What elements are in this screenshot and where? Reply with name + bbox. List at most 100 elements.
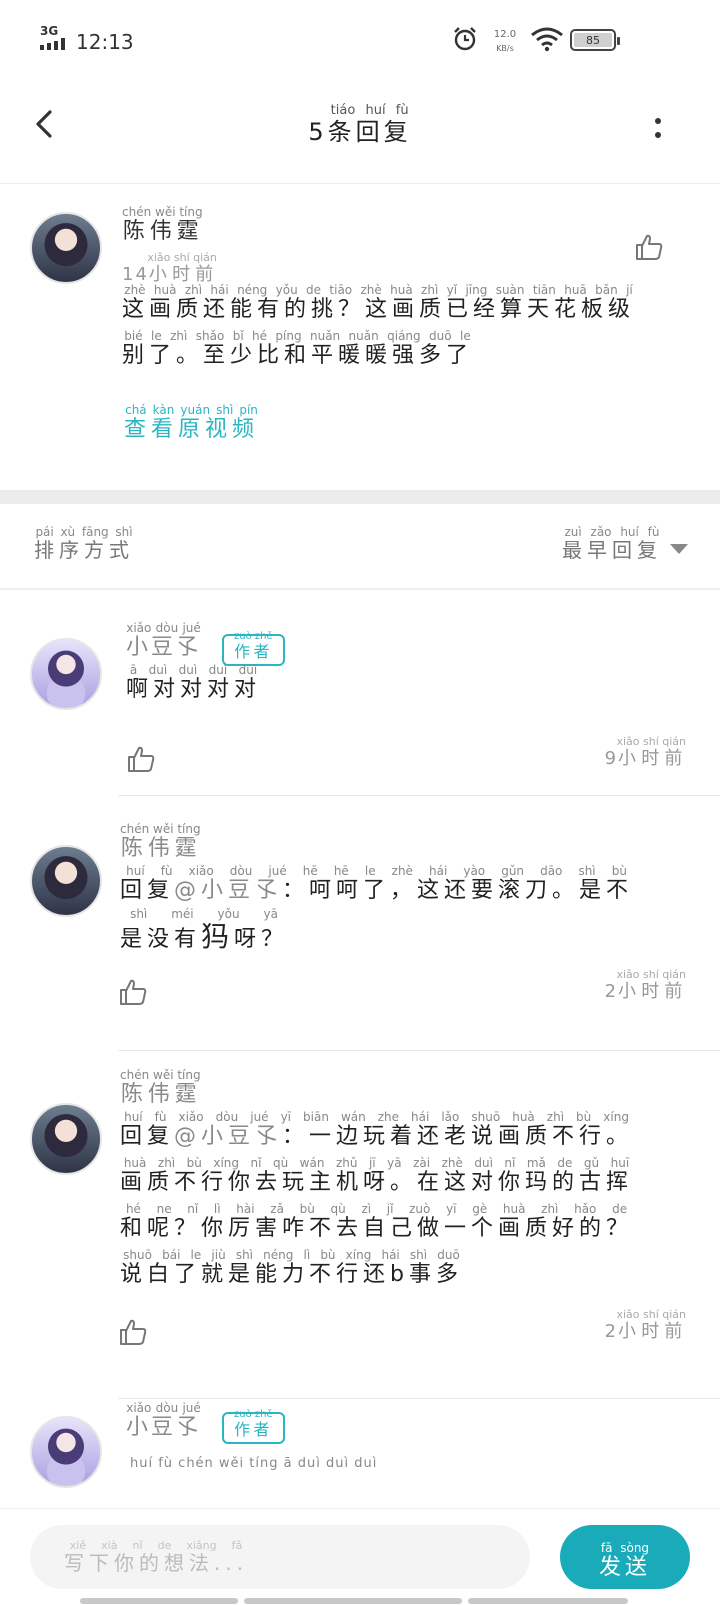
avatar[interactable] — [30, 1103, 102, 1175]
title-pinyin: tiáo huí fù — [327, 103, 412, 118]
comment-line: 别了。至少比和平暖暖强多了 — [122, 343, 474, 368]
more-options-icon[interactable] — [650, 114, 666, 144]
time-unit: 小时前 — [147, 264, 217, 285]
mention-link[interactable]: @小豆孓 — [174, 878, 282, 903]
reply-line-pinyin: huà zhì bù xíng nǐ qù wán zhǔ jī yā zài … — [120, 1156, 633, 1170]
sort-bar: 排序方式pái xù fāng shì 最早回复zuì zǎo huí fù — [0, 504, 720, 590]
reply-line: ：呵呵了，这还要滚刀。是不 — [282, 878, 634, 903]
author-pinyin: xiǎo dòu jué — [126, 1401, 201, 1415]
sort-value-pinyin: zuì zǎo huí fù — [562, 525, 662, 539]
reply-line-pinyin: huí fù xiǎo dòu jué yī biān wán zhe hái … — [120, 1110, 634, 1124]
avatar[interactable] — [30, 845, 102, 917]
author-pinyin: chén wěi tíng — [120, 1068, 201, 1082]
status-bar: 3G 12:13 12.0 KB/s 85 — [0, 0, 720, 80]
reply-line-pinyin: huí fù xiǎo dòu jué hē hē le zhè hái yào… — [120, 864, 634, 878]
time-unit: 小时前 — [616, 981, 686, 1002]
author-name: 陈伟霆 — [120, 836, 201, 861]
reply-item: 小豆孓xiǎo dòu jué 作者zuò zhě 啊对对对对ā duì duì… — [0, 592, 720, 796]
time-unit: 小时前 — [616, 1321, 686, 1342]
dropdown-arrow-icon[interactable] — [670, 544, 688, 554]
badge-text: 作者 — [234, 642, 273, 661]
battery-icon: 85 — [570, 29, 620, 51]
speed-value: 12.0 — [493, 29, 517, 40]
thumbs-up-icon[interactable] — [126, 744, 156, 774]
reply-body: 回复@小豆孓：呵呵了，这还要滚刀。是不huí fù xiǎo dòu jué h… — [120, 864, 700, 963]
thumbs-up-icon[interactable] — [118, 977, 148, 1007]
reply-line: 是没有 — [120, 927, 202, 952]
comment-line: 这画质还能有的挑？这画质已经算天花板级 — [122, 297, 636, 322]
author-pinyin: xiǎo dòu jué — [126, 621, 201, 635]
view-original-video-link[interactable]: 查看原视频chá kàn yuán shì pín — [124, 403, 259, 443]
author-name: 陈伟霆 — [120, 1082, 201, 1107]
nav-indicator — [468, 1598, 628, 1604]
reply-line-pinyin: shì méi yǒu yā — [120, 907, 289, 921]
time-pinyin: xiǎo shí qián — [616, 1308, 686, 1321]
battery-level: 85 — [574, 33, 612, 47]
comment-author[interactable]: 陈伟霆chén wěi tíng — [122, 205, 203, 245]
reply-item: 陈伟霆chén wěi tíng 回复@小豆孓：呵呵了，这还要滚刀。是不huí … — [0, 797, 720, 1055]
time-pinyin: xiǎo shí qián — [616, 735, 686, 748]
reply-line-pinyin: shuō bái le jiù shì néng lì bù xíng hái … — [120, 1248, 463, 1262]
reply-author[interactable]: 小豆孓xiǎo dòu jué — [126, 1401, 202, 1441]
reply-body: 回复@小豆孓：一边玩着还老说画质不行。huí fù xiǎo dòu jué y… — [120, 1110, 700, 1298]
network-type: 3G — [40, 24, 59, 38]
author-badge: 作者zuò zhě — [222, 1409, 285, 1444]
reply-author[interactable]: 小豆孓xiǎo dòu jué — [126, 621, 202, 661]
reply-line-pinyin: ā duì duì duì duì — [126, 663, 262, 677]
thumbs-up-icon[interactable] — [118, 1317, 148, 1347]
section-divider — [0, 490, 720, 504]
divider — [118, 1398, 720, 1399]
time-pinyin: xiǎo shí qián — [616, 968, 686, 981]
avatar[interactable] — [30, 212, 102, 284]
sort-label: 排序方式pái xù fāng shì — [34, 525, 134, 563]
sort-label-pinyin: pái xù fāng shì — [34, 525, 134, 539]
reply-time: 9小时前xiǎo shí qián — [605, 735, 686, 770]
reply-line: ：一边玩着还老说画质不行。 — [282, 1124, 634, 1149]
reply-item: 陈伟霆chén wěi tíng 回复@小豆孓：一边玩着还老说画质不行。huí … — [0, 1055, 720, 1399]
main-comment: 陈伟霆chén wěi tíng 14小时前xiǎo shí qián 这画质还… — [0, 184, 720, 490]
reply-time: 2小时前xiǎo shí qián — [605, 1308, 686, 1343]
time-number: 14 — [122, 264, 149, 285]
title-text: 条回复 — [327, 118, 412, 146]
speed-unit: KB/s — [496, 44, 514, 53]
comment-input[interactable]: 写下你的想法...xiě xià nǐ de xiǎng fǎ — [30, 1525, 530, 1589]
reply-item: 小豆孓xiǎo dòu jué 作者zuò zhě huí fù chén wě… — [0, 1400, 720, 1508]
comment-input-bar: 写下你的想法...xiě xià nǐ de xiǎng fǎ 发送fā sòn… — [0, 1508, 720, 1605]
reply-time: 2小时前xiǎo shí qián — [605, 968, 686, 1003]
reply-count: 5 — [308, 118, 328, 146]
clock-time: 12:13 — [76, 30, 134, 54]
mention-link[interactable]: @小豆孓 — [174, 1124, 282, 1149]
comment-body: 这画质还能有的挑？这画质已经算天花板级zhè huà zhì hái néng … — [122, 283, 692, 379]
sort-dropdown[interactable]: 最早回复zuì zǎo huí fù — [562, 525, 662, 563]
author-name: 陈伟霆 — [122, 219, 203, 244]
thumbs-up-icon[interactable] — [634, 232, 664, 262]
reply-author[interactable]: 陈伟霆chén wěi tíng — [120, 822, 201, 862]
author-name: 小豆孓 — [126, 1415, 202, 1440]
network-speed: 12.0 KB/s — [490, 28, 520, 56]
comment-line-pinyin: zhè huà zhì hái néng yǒu de tiāo zhè huà… — [122, 283, 636, 297]
sort-value-text: 最早回复 — [562, 538, 662, 562]
nav-indicator — [244, 1598, 462, 1604]
comment-line-pinyin: bié le zhì shǎo bǐ hé píng nuǎn nuǎn qiá… — [122, 329, 473, 343]
reply-line-pinyin: hé ne nǐ lì hài zǎ bù qù zì jǐ zuò yī gè… — [120, 1202, 634, 1216]
badge-text: 作者 — [234, 1420, 273, 1439]
reply-line: 画质不行你去玩主机呀。在这对你玛的古挥 — [120, 1170, 634, 1195]
input-placeholder-pinyin: xiě xià nǐ de xiǎng fǎ — [64, 1539, 249, 1552]
reply-line-pinyin: huí fù chén wěi tíng ā duì duì duì — [130, 1456, 378, 1471]
time-unit: 小时前 — [616, 748, 686, 769]
send-button[interactable]: 发送fā sòng — [560, 1525, 690, 1589]
reply-body: 啊对对对对ā duì duì duì duì — [126, 663, 262, 713]
badge-pinyin: zuò zhě — [234, 631, 273, 642]
reply-line: 呀？ — [234, 927, 289, 952]
divider — [118, 1050, 720, 1051]
avatar[interactable] — [30, 1416, 102, 1488]
reply-author[interactable]: 陈伟霆chén wěi tíng — [120, 1068, 201, 1108]
send-label: 发送 — [598, 1554, 651, 1580]
author-name: 小豆孓 — [126, 635, 202, 660]
top-app-bar: 5条回复tiáo huí fù — [0, 80, 720, 184]
wifi-icon — [531, 27, 563, 52]
avatar[interactable] — [30, 638, 102, 710]
reply-line: 说白了就是能力不行还b事多 — [120, 1262, 463, 1287]
reply-prefix: 回复 — [120, 1124, 175, 1149]
author-pinyin: chén wěi tíng — [122, 205, 203, 219]
